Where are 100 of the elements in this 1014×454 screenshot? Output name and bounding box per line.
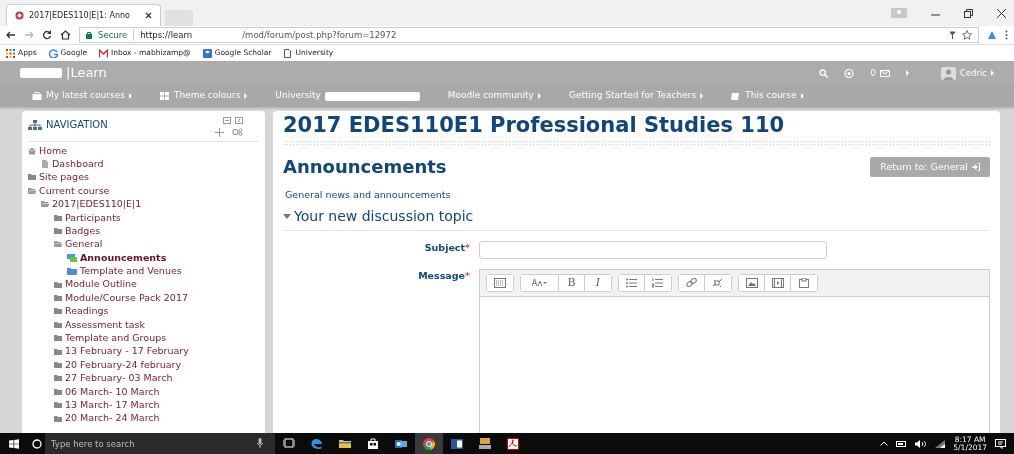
site-icon bbox=[15, 11, 24, 20]
speaker-icon[interactable] bbox=[915, 439, 928, 448]
gear-icon[interactable] bbox=[232, 128, 243, 136]
tree-item[interactable]: Home bbox=[28, 144, 259, 158]
toolbar-toggle-button[interactable] bbox=[487, 275, 513, 292]
link-button[interactable] bbox=[679, 275, 705, 292]
pdf-app-icon bbox=[507, 437, 519, 450]
image-button[interactable] bbox=[739, 275, 765, 292]
font-size-icon bbox=[532, 278, 547, 289]
home-icon[interactable] bbox=[60, 30, 71, 40]
tree-item[interactable]: 13 February - 17 February bbox=[54, 344, 259, 359]
secure-label: Secure bbox=[98, 28, 128, 42]
taskbar-app[interactable] bbox=[415, 433, 443, 454]
key-icon bbox=[949, 30, 956, 40]
tree-item[interactable]: 20 February-24 february bbox=[54, 358, 259, 372]
notifications-icon[interactable] bbox=[995, 438, 1006, 449]
briefcase-icon bbox=[32, 91, 42, 101]
tree-item[interactable]: Module Outline bbox=[54, 277, 259, 292]
toolbar-toggle-icon bbox=[494, 278, 506, 289]
tab-title: 2017|EDES110|E|1: Anno bbox=[29, 9, 130, 22]
tree-item[interactable]: 06 March- 10 March bbox=[54, 385, 259, 399]
store-icon bbox=[367, 437, 379, 450]
sitemap-icon bbox=[28, 119, 42, 130]
page-icon bbox=[41, 160, 49, 169]
taskbar-search-field[interactable]: Type here to search bbox=[45, 433, 275, 454]
tree-item[interactable]: 13 March- 17 March bbox=[54, 398, 259, 412]
page-icon bbox=[283, 48, 293, 58]
close-icon[interactable] bbox=[145, 12, 152, 19]
block-title: NAVIGATION bbox=[46, 118, 108, 132]
open-folder-icon bbox=[41, 200, 49, 209]
extension-icon[interactable] bbox=[987, 30, 997, 40]
star-icon[interactable] bbox=[962, 30, 972, 40]
field-label: Subject* bbox=[423, 241, 470, 256]
numbered-list-icon bbox=[652, 278, 664, 289]
tree-item[interactable]: Badges bbox=[54, 224, 259, 238]
caret-icon[interactable] bbox=[283, 214, 291, 220]
tree-item[interactable]: Announcements bbox=[67, 251, 259, 265]
chat-bubbles-icon bbox=[67, 253, 77, 262]
page-heading: Announcements bbox=[283, 156, 447, 178]
search-icon bbox=[32, 438, 42, 449]
battery-icon[interactable] bbox=[896, 440, 908, 447]
tree-item[interactable]: Assessment task bbox=[54, 318, 259, 332]
url-host: https://learn bbox=[133, 28, 193, 42]
eye-icon[interactable] bbox=[844, 68, 855, 78]
tree-item[interactable]: Site pages bbox=[28, 170, 259, 185]
tree-item[interactable]: Template and Venues bbox=[67, 264, 259, 278]
reload-icon[interactable] bbox=[42, 30, 52, 40]
browser-tab[interactable]: 2017|EDES110|E|1: Anno bbox=[6, 4, 161, 26]
restore-icon[interactable] bbox=[964, 8, 973, 18]
move-icon[interactable] bbox=[215, 128, 224, 137]
subject-field[interactable] bbox=[479, 241, 827, 260]
avatar-icon bbox=[940, 66, 956, 80]
open-folder-icon bbox=[54, 240, 62, 249]
tree-item[interactable]: 27 February- 03 March bbox=[54, 371, 259, 386]
image-icon bbox=[745, 278, 758, 289]
windows-logo-icon bbox=[9, 438, 19, 449]
chevron-up-icon[interactable] bbox=[880, 441, 889, 446]
bullet-list-button[interactable] bbox=[619, 275, 645, 292]
caret-icon[interactable] bbox=[905, 70, 909, 76]
edge-icon bbox=[311, 437, 323, 450]
tree-item[interactable]: Module/Course Pack 2017 bbox=[54, 291, 259, 305]
url-path: /mod/forum/post.php?forum=12972 bbox=[242, 28, 397, 42]
book-icon bbox=[731, 91, 742, 101]
sign-in-icon bbox=[972, 163, 980, 171]
link-icon bbox=[685, 278, 698, 289]
tree-item[interactable]: Dashboard bbox=[41, 157, 259, 171]
home-icon bbox=[28, 146, 36, 155]
scholar-icon bbox=[202, 48, 212, 58]
envelope-icon bbox=[99, 48, 108, 58]
search-icon[interactable] bbox=[819, 68, 829, 78]
mail-app-icon bbox=[395, 437, 407, 450]
media-icon bbox=[771, 278, 784, 289]
wifi-icon[interactable] bbox=[935, 439, 946, 448]
folder-icon bbox=[28, 173, 36, 182]
description-text: General news and announcements bbox=[284, 187, 452, 202]
close-icon[interactable] bbox=[997, 8, 1006, 18]
chrome-icon bbox=[423, 437, 435, 450]
dock-icon[interactable] bbox=[235, 117, 243, 124]
microphone-icon[interactable] bbox=[257, 438, 263, 448]
task-view-icon bbox=[283, 437, 295, 450]
tree-item[interactable]: General bbox=[54, 237, 259, 252]
grid-icon bbox=[159, 91, 170, 101]
font-size-button[interactable] bbox=[521, 275, 559, 292]
lock-icon bbox=[86, 31, 92, 39]
collapse-icon[interactable] bbox=[223, 117, 231, 124]
back-icon[interactable] bbox=[6, 30, 16, 40]
tree-item[interactable]: 20 March- 24 March bbox=[54, 411, 259, 426]
tree-item[interactable]: Template and Groups bbox=[54, 331, 259, 345]
section-title[interactable]: Your new discussion topic bbox=[294, 206, 474, 228]
address-bar[interactable]: Secure https://learn /mod/forum/post.php?forum=12972 bbox=[79, 27, 979, 43]
tree-item[interactable]: Participants bbox=[54, 210, 259, 225]
course-title: 2017 EDES110E1 Professional Studies 110 bbox=[283, 113, 786, 139]
apps-icon bbox=[6, 48, 15, 58]
computer-app-icon bbox=[479, 437, 491, 450]
bullet-list-icon bbox=[625, 278, 638, 289]
menu-icon[interactable] bbox=[1005, 30, 1008, 40]
folder-icon bbox=[339, 437, 351, 450]
tree-item[interactable]: Readings bbox=[54, 304, 259, 319]
tree-item[interactable]: 2017|EDES110|E|1 bbox=[41, 197, 259, 211]
tree-item[interactable]: Current course bbox=[28, 184, 259, 198]
